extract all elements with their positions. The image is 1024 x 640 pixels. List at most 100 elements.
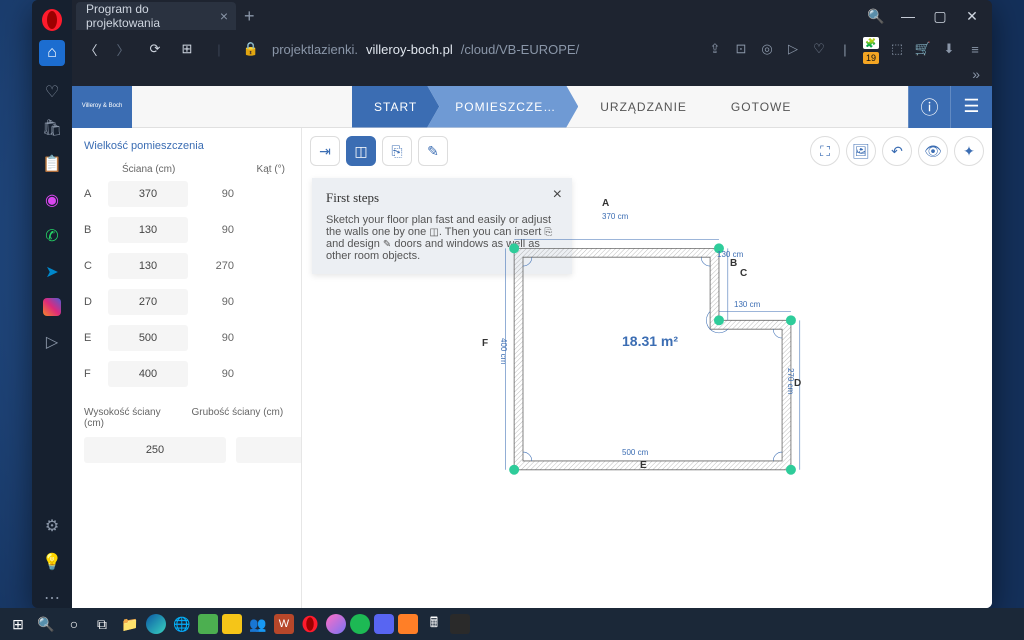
settings-icon[interactable]: ⚙ bbox=[42, 516, 62, 536]
wall-e-input[interactable] bbox=[108, 325, 188, 351]
dim-a: 370 cm bbox=[602, 212, 628, 221]
app-icon-4[interactable] bbox=[450, 614, 470, 634]
wall-thickness-input[interactable] bbox=[236, 437, 302, 463]
lock-icon[interactable]: 🔒 bbox=[240, 41, 262, 57]
messenger-taskbar-icon[interactable] bbox=[326, 614, 346, 634]
discord-icon[interactable] bbox=[374, 614, 394, 634]
tool-walls-icon[interactable]: ◫ bbox=[346, 136, 376, 166]
send-icon[interactable]: ▷ bbox=[784, 41, 802, 57]
app-root: Villeroy & Boch START POMIESZCZE… URZĄDZ… bbox=[72, 86, 992, 608]
opera-logo-icon bbox=[40, 8, 64, 32]
tool-visibility-icon[interactable]: 👁 bbox=[918, 136, 948, 166]
wall-f-input[interactable] bbox=[108, 361, 188, 387]
dim-e: 500 cm bbox=[622, 448, 648, 457]
wall-row-e: E90 bbox=[84, 325, 289, 351]
chrome-icon[interactable]: 🌐 bbox=[170, 612, 194, 636]
step-done[interactable]: GOTOWE bbox=[709, 86, 813, 128]
wall-d-input[interactable] bbox=[108, 289, 188, 315]
extension-badge[interactable]: 🧩19 bbox=[862, 34, 880, 64]
minimize-button[interactable]: — bbox=[896, 4, 920, 28]
telegram-icon[interactable]: ➤ bbox=[42, 262, 62, 282]
divider: | bbox=[836, 42, 854, 57]
spotify-icon[interactable] bbox=[350, 614, 370, 634]
clipboard-icon[interactable]: 📋 bbox=[42, 154, 62, 174]
app-icon-3[interactable] bbox=[398, 614, 418, 634]
task-view-icon[interactable]: ⧉ bbox=[90, 612, 114, 636]
search-taskbar-icon[interactable]: 🔍 bbox=[34, 612, 58, 636]
reload-button[interactable]: ⟳ bbox=[144, 41, 166, 57]
download-icon[interactable]: ⬇ bbox=[940, 41, 958, 57]
back-button[interactable]: 〈 bbox=[80, 40, 102, 59]
close-window-button[interactable]: ✕ bbox=[960, 4, 984, 28]
app-body: Wielkość pomieszczenia Ściana (cm) Kąt (… bbox=[72, 128, 992, 608]
lightbulb-icon[interactable]: 💡 bbox=[42, 552, 62, 572]
messenger-icon[interactable]: ◉ bbox=[42, 190, 62, 210]
menu-button[interactable]: ☰ bbox=[950, 86, 992, 128]
dim-b: 130 cm bbox=[717, 250, 743, 259]
camera-icon[interactable]: ⊡ bbox=[732, 41, 750, 57]
wall-c-input[interactable] bbox=[108, 253, 188, 279]
teams-icon[interactable]: 👥 bbox=[246, 612, 270, 636]
instagram-icon[interactable] bbox=[43, 298, 61, 316]
more-icon[interactable]: ⋯ bbox=[42, 588, 62, 608]
tool-fullscreen-icon[interactable]: ⛶ bbox=[810, 136, 840, 166]
tool-snap-icon[interactable]: ⇥ bbox=[310, 136, 340, 166]
wall-a-input[interactable] bbox=[108, 181, 188, 207]
whatsapp-icon[interactable]: ✆ bbox=[42, 226, 62, 246]
canvas-toolbar-left: ⇥ ◫ ⎘ ✎ bbox=[310, 136, 448, 166]
opera-sidebar: ⌂ ♡ 🛍 📋 ◉ ✆ ➤ ▷ ⚙ 💡 ⋯ bbox=[32, 0, 72, 608]
cart-icon[interactable]: 🛒 bbox=[914, 41, 932, 57]
heart-outline-icon[interactable]: ♡ bbox=[810, 41, 828, 57]
tab-close-icon[interactable]: × bbox=[220, 8, 228, 24]
wall-height-input[interactable] bbox=[84, 437, 226, 463]
word-icon[interactable]: W bbox=[274, 614, 294, 634]
forward-button[interactable]: 〉 bbox=[112, 40, 134, 59]
bag-icon[interactable]: 🛍 bbox=[42, 118, 62, 138]
canvas-area[interactable]: ⇥ ◫ ⎘ ✎ ⛶ 🖼 ↶ 👁 ✦ × First steps bbox=[302, 128, 992, 608]
step-start[interactable]: START bbox=[352, 86, 439, 128]
left-panel: Wielkość pomieszczenia Ściana (cm) Kąt (… bbox=[72, 128, 302, 608]
app-icon-2[interactable] bbox=[222, 614, 242, 634]
easy-setup-icon[interactable]: ≡ bbox=[966, 42, 984, 57]
tool-design-icon[interactable]: ✎ bbox=[418, 136, 448, 166]
url-domain: villeroy-boch.pl bbox=[366, 42, 453, 57]
tooltip-close-icon[interactable]: × bbox=[553, 186, 562, 204]
tool-undo-icon[interactable]: ↶ bbox=[882, 136, 912, 166]
search-icon[interactable]: 🔍 bbox=[864, 4, 888, 28]
dim-f: 400 cm bbox=[499, 338, 508, 364]
url-field[interactable]: projektlazienki.villeroy-boch.pl/cloud/V… bbox=[272, 42, 696, 57]
height-header: Wysokość ściany (cm) bbox=[84, 407, 182, 429]
player-icon[interactable]: ▷ bbox=[42, 332, 62, 352]
step-furnish[interactable]: URZĄDZANIE bbox=[578, 86, 709, 128]
toolbar-overflow[interactable]: » bbox=[72, 66, 992, 86]
app-icon-1[interactable] bbox=[198, 614, 218, 634]
home-icon[interactable]: ⌂ bbox=[39, 40, 65, 66]
step-room[interactable]: POMIESZCZE… bbox=[427, 86, 578, 128]
opera-taskbar-icon[interactable] bbox=[298, 612, 322, 636]
tool-image-icon[interactable]: 🖼 bbox=[846, 136, 876, 166]
app-header: Villeroy & Boch START POMIESZCZE… URZĄDZ… bbox=[72, 86, 992, 128]
calculator-icon[interactable]: 🖩 bbox=[422, 612, 446, 636]
share-icon[interactable]: ⇪ bbox=[706, 41, 724, 57]
brand-logo[interactable]: Villeroy & Boch bbox=[72, 86, 132, 128]
info-button[interactable]: ⓘ bbox=[908, 86, 950, 128]
tool-insert-icon[interactable]: ⎘ bbox=[382, 136, 412, 166]
wall-tag-f: F bbox=[482, 338, 488, 349]
tab-title: Program do projektowania bbox=[86, 2, 212, 30]
heart-icon[interactable]: ♡ bbox=[42, 82, 62, 102]
cube-icon[interactable]: ⬚ bbox=[888, 41, 906, 57]
wall-b-input[interactable] bbox=[108, 217, 188, 243]
maximize-button[interactable]: ▢ bbox=[928, 4, 952, 28]
wall-row-d: D90 bbox=[84, 289, 289, 315]
browser-tab[interactable]: Program do projektowania × bbox=[76, 2, 236, 30]
start-button[interactable]: ⊞ bbox=[6, 612, 30, 636]
vpn-icon[interactable]: ◎ bbox=[758, 41, 776, 57]
tool-effects-icon[interactable]: ✦ bbox=[954, 136, 984, 166]
dim-c: 130 cm bbox=[734, 300, 760, 309]
cortana-icon[interactable]: ○ bbox=[62, 612, 86, 636]
wall-tag-c: C bbox=[740, 268, 747, 279]
new-tab-button[interactable]: + bbox=[244, 6, 255, 27]
edge-icon[interactable] bbox=[146, 614, 166, 634]
speed-dial-icon[interactable]: ⊞ bbox=[176, 41, 198, 57]
explorer-icon[interactable]: 📁 bbox=[118, 612, 142, 636]
